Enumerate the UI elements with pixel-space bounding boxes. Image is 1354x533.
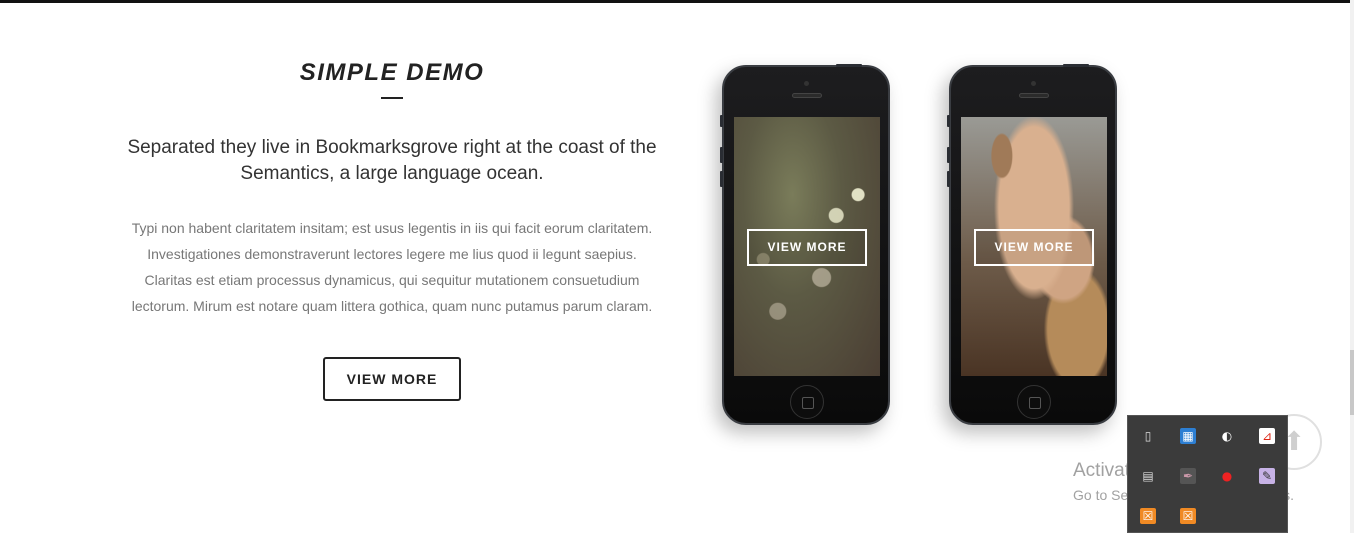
phone-volume-up — [947, 147, 950, 163]
phone-speaker — [792, 93, 822, 98]
view-more-button[interactable]: VIEW MORE — [322, 357, 462, 401]
phone-speaker — [1019, 93, 1049, 98]
phone-2-view-more-button[interactable]: VIEW MORE — [974, 229, 1094, 266]
feather-icon[interactable]: ✒ — [1180, 468, 1196, 484]
system-tray-overflow: ▯ ▦ ◐ ⊿ ▤ ✒ ● ✎ ☒ ☒ — [1127, 415, 1288, 533]
phone-side-button — [720, 115, 723, 127]
spy-icon[interactable]: ◐ — [1219, 428, 1235, 444]
usb-icon[interactable]: ▯ — [1140, 428, 1156, 444]
phone-side-button — [947, 115, 950, 127]
grid-icon[interactable]: ▤ — [1140, 468, 1156, 484]
demo-text-column: SIMPLE DEMO Separated they live in Bookm… — [120, 58, 664, 401]
phone-volume-down — [947, 171, 950, 187]
phone-volume-up — [720, 147, 723, 163]
network-app-icon[interactable]: ▦ — [1180, 428, 1196, 444]
body-paragraph: Typi non habent claritatem insitam; est … — [131, 220, 653, 314]
red-circle-icon[interactable]: ● — [1219, 468, 1235, 484]
hands-carving-wood-photo: VIEW MORE — [961, 117, 1107, 376]
notes-icon[interactable]: ✎ — [1259, 468, 1275, 484]
xampp-icon[interactable]: ☒ — [1140, 508, 1156, 524]
page-scrollbar-thumb[interactable] — [1350, 350, 1354, 415]
lead-paragraph: Separated they live in Bookmarksgrove ri… — [127, 137, 657, 184]
phone-power-button — [1063, 64, 1089, 67]
phone-home-button — [790, 385, 824, 419]
flowers-photo: VIEW MORE — [734, 117, 880, 376]
phone-1-view-more-button[interactable]: VIEW MORE — [747, 229, 867, 266]
phone-mockup-1: VIEW MORE — [720, 64, 890, 425]
section-title: SIMPLE DEMO — [299, 59, 485, 86]
phone-frame: VIEW MORE — [947, 64, 1117, 425]
title-divider — [381, 97, 403, 99]
page-scrollbar[interactable] — [1350, 0, 1354, 533]
xampp-icon-2[interactable]: ☒ — [1180, 508, 1196, 524]
pdf-icon[interactable]: ⊿ — [1259, 428, 1275, 444]
phone-frame: VIEW MORE — [720, 64, 890, 425]
phone-camera — [804, 81, 809, 86]
phone-home-button — [1017, 385, 1051, 419]
phone-mockup-2: VIEW MORE — [947, 64, 1117, 425]
phone-camera — [1031, 81, 1036, 86]
top-border — [0, 0, 1350, 3]
phone-volume-down — [720, 171, 723, 187]
phone-power-button — [836, 64, 862, 67]
